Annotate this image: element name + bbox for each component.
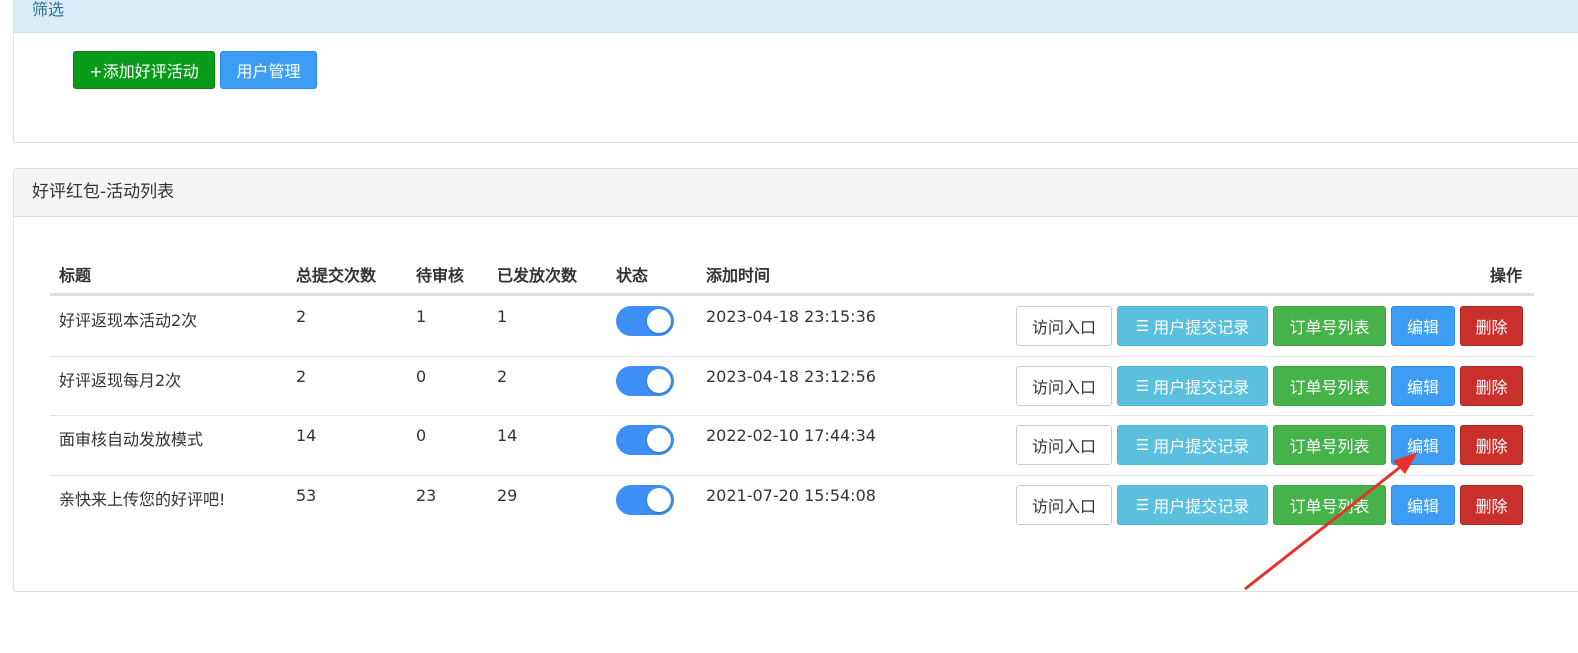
add-activity-button[interactable]: +添加好评活动 bbox=[73, 51, 215, 89]
row-added-time: 2021-07-20 15:54:08 bbox=[706, 485, 876, 505]
row-divider bbox=[50, 474, 1534, 476]
user-submission-log-button[interactable]: ☰ 用户提交记录 bbox=[1117, 306, 1268, 346]
status-toggle[interactable] bbox=[616, 425, 674, 455]
edit-button-label: 编辑 bbox=[1406, 496, 1439, 516]
visit-entry-button-label: 访问入口 bbox=[1031, 377, 1096, 397]
user-submission-log-button-label: 用户提交记录 bbox=[1153, 437, 1250, 456]
visit-entry-button[interactable]: 访问入口 bbox=[1016, 365, 1112, 406]
row-title: 亲快来上传您的好评吧! bbox=[59, 489, 226, 509]
delete-button-label: 删除 bbox=[1475, 437, 1508, 456]
filter-panel: 筛选 +添加好评活动 用户管理 bbox=[13, 0, 1578, 143]
user-submission-log-button-label: 用户提交记录 bbox=[1153, 377, 1250, 397]
delete-button-label: 删除 bbox=[1475, 318, 1508, 337]
order-number-list-button-label: 订单号列表 bbox=[1289, 437, 1370, 456]
column-header-issued: 已发放次数 bbox=[497, 266, 578, 285]
column-header-total: 总提交次数 bbox=[296, 266, 377, 285]
edit-button-label: 编辑 bbox=[1406, 437, 1439, 456]
status-toggle[interactable] bbox=[616, 365, 674, 396]
delete-button[interactable]: 删除 bbox=[1460, 484, 1523, 525]
row-title: 好评返现每月2次 bbox=[59, 370, 182, 390]
order-number-list-button-label: 订单号列表 bbox=[1289, 318, 1370, 337]
order-number-list-button[interactable]: 订单号列表 bbox=[1273, 306, 1386, 346]
row-title: 面审核自动发放模式 bbox=[59, 430, 204, 449]
edit-button-label: 编辑 bbox=[1406, 377, 1439, 397]
user-submission-log-button-label: 用户提交记录 bbox=[1153, 496, 1250, 516]
visit-entry-button-label: 访问入口 bbox=[1031, 496, 1096, 516]
activity-list-panel: 好评红包-活动列表 标题 总提交次数 待审核 已发放次数 状态 添加时间 操作 … bbox=[13, 168, 1578, 592]
row-added-time: 2023-04-18 23:15:36 bbox=[706, 307, 876, 326]
column-header-title: 标题 bbox=[59, 266, 92, 285]
order-number-list-button[interactable]: 订单号列表 bbox=[1273, 425, 1386, 465]
filter-panel-body: +添加好评活动 用户管理 bbox=[14, 33, 1578, 143]
user-submission-log-button[interactable]: ☰ 用户提交记录 bbox=[1117, 425, 1268, 465]
visit-entry-button[interactable]: 访问入口 bbox=[1016, 484, 1112, 525]
delete-button[interactable]: 删除 bbox=[1460, 306, 1523, 346]
row-added-time: 2022-02-10 17:44:34 bbox=[706, 426, 876, 445]
row-title: 好评返现本活动2次 bbox=[59, 311, 198, 330]
user-management-button[interactable]: 用户管理 bbox=[220, 51, 317, 89]
status-toggle-knob bbox=[647, 368, 671, 393]
user-submission-log-button-label: 用户提交记录 bbox=[1153, 318, 1250, 337]
row-total: 2 bbox=[296, 366, 307, 386]
order-number-list-button-label: 订单号列表 bbox=[1289, 496, 1370, 516]
row-total: 53 bbox=[296, 485, 317, 505]
order-number-list-button[interactable]: 订单号列表 bbox=[1273, 484, 1386, 525]
user-submission-log-button[interactable]: ☰ 用户提交记录 bbox=[1117, 484, 1268, 525]
row-issued: 2 bbox=[497, 366, 508, 386]
row-total: 2 bbox=[296, 307, 307, 326]
visit-entry-button-label: 访问入口 bbox=[1031, 318, 1096, 337]
edit-button[interactable]: 编辑 bbox=[1391, 306, 1455, 346]
user-submission-log-button[interactable]: ☰ 用户提交记录 bbox=[1117, 365, 1268, 406]
row-issued: 14 bbox=[497, 426, 518, 445]
delete-button-label: 删除 bbox=[1475, 496, 1508, 516]
row-divider bbox=[50, 415, 1534, 416]
activity-list-title: 好评红包-活动列表 bbox=[14, 169, 1578, 217]
delete-button[interactable]: 删除 bbox=[1460, 365, 1523, 406]
order-number-list-button[interactable]: 订单号列表 bbox=[1273, 365, 1386, 406]
edit-button[interactable]: 编辑 bbox=[1391, 365, 1455, 406]
column-header-actions: 操作 bbox=[1490, 266, 1523, 285]
visit-entry-button[interactable]: 访问入口 bbox=[1016, 306, 1112, 346]
table-header-divider bbox=[50, 293, 1534, 296]
status-toggle-knob bbox=[647, 487, 671, 512]
column-header-pending: 待审核 bbox=[416, 266, 465, 285]
edit-button[interactable]: 编辑 bbox=[1391, 425, 1455, 465]
row-divider bbox=[50, 355, 1534, 357]
row-pending: 0 bbox=[416, 366, 427, 386]
row-added-time: 2023-04-18 23:12:56 bbox=[706, 366, 876, 386]
status-toggle[interactable] bbox=[616, 484, 674, 515]
row-pending: 1 bbox=[416, 307, 427, 326]
list-icon: ☰ bbox=[1135, 495, 1150, 514]
row-issued: 29 bbox=[497, 485, 518, 505]
status-toggle[interactable] bbox=[616, 306, 674, 336]
status-toggle-knob bbox=[647, 309, 671, 333]
row-issued: 1 bbox=[497, 307, 508, 326]
list-icon: ☰ bbox=[1135, 436, 1150, 454]
delete-button-label: 删除 bbox=[1475, 377, 1508, 397]
delete-button[interactable]: 删除 bbox=[1460, 425, 1523, 465]
filter-panel-title: 筛选 bbox=[14, 0, 1578, 33]
column-header-added-time: 添加时间 bbox=[706, 266, 771, 285]
visit-entry-button[interactable]: 访问入口 bbox=[1016, 425, 1112, 465]
row-total: 14 bbox=[296, 426, 317, 445]
edit-button[interactable]: 编辑 bbox=[1391, 484, 1455, 525]
list-icon: ☰ bbox=[1135, 317, 1150, 335]
order-number-list-button-label: 订单号列表 bbox=[1289, 377, 1370, 397]
row-pending: 0 bbox=[416, 426, 427, 445]
status-toggle-knob bbox=[647, 428, 671, 452]
edit-button-label: 编辑 bbox=[1406, 318, 1439, 337]
row-pending: 23 bbox=[416, 485, 437, 505]
visit-entry-button-label: 访问入口 bbox=[1031, 437, 1096, 456]
column-header-status: 状态 bbox=[616, 266, 649, 285]
list-icon: ☰ bbox=[1135, 376, 1150, 395]
